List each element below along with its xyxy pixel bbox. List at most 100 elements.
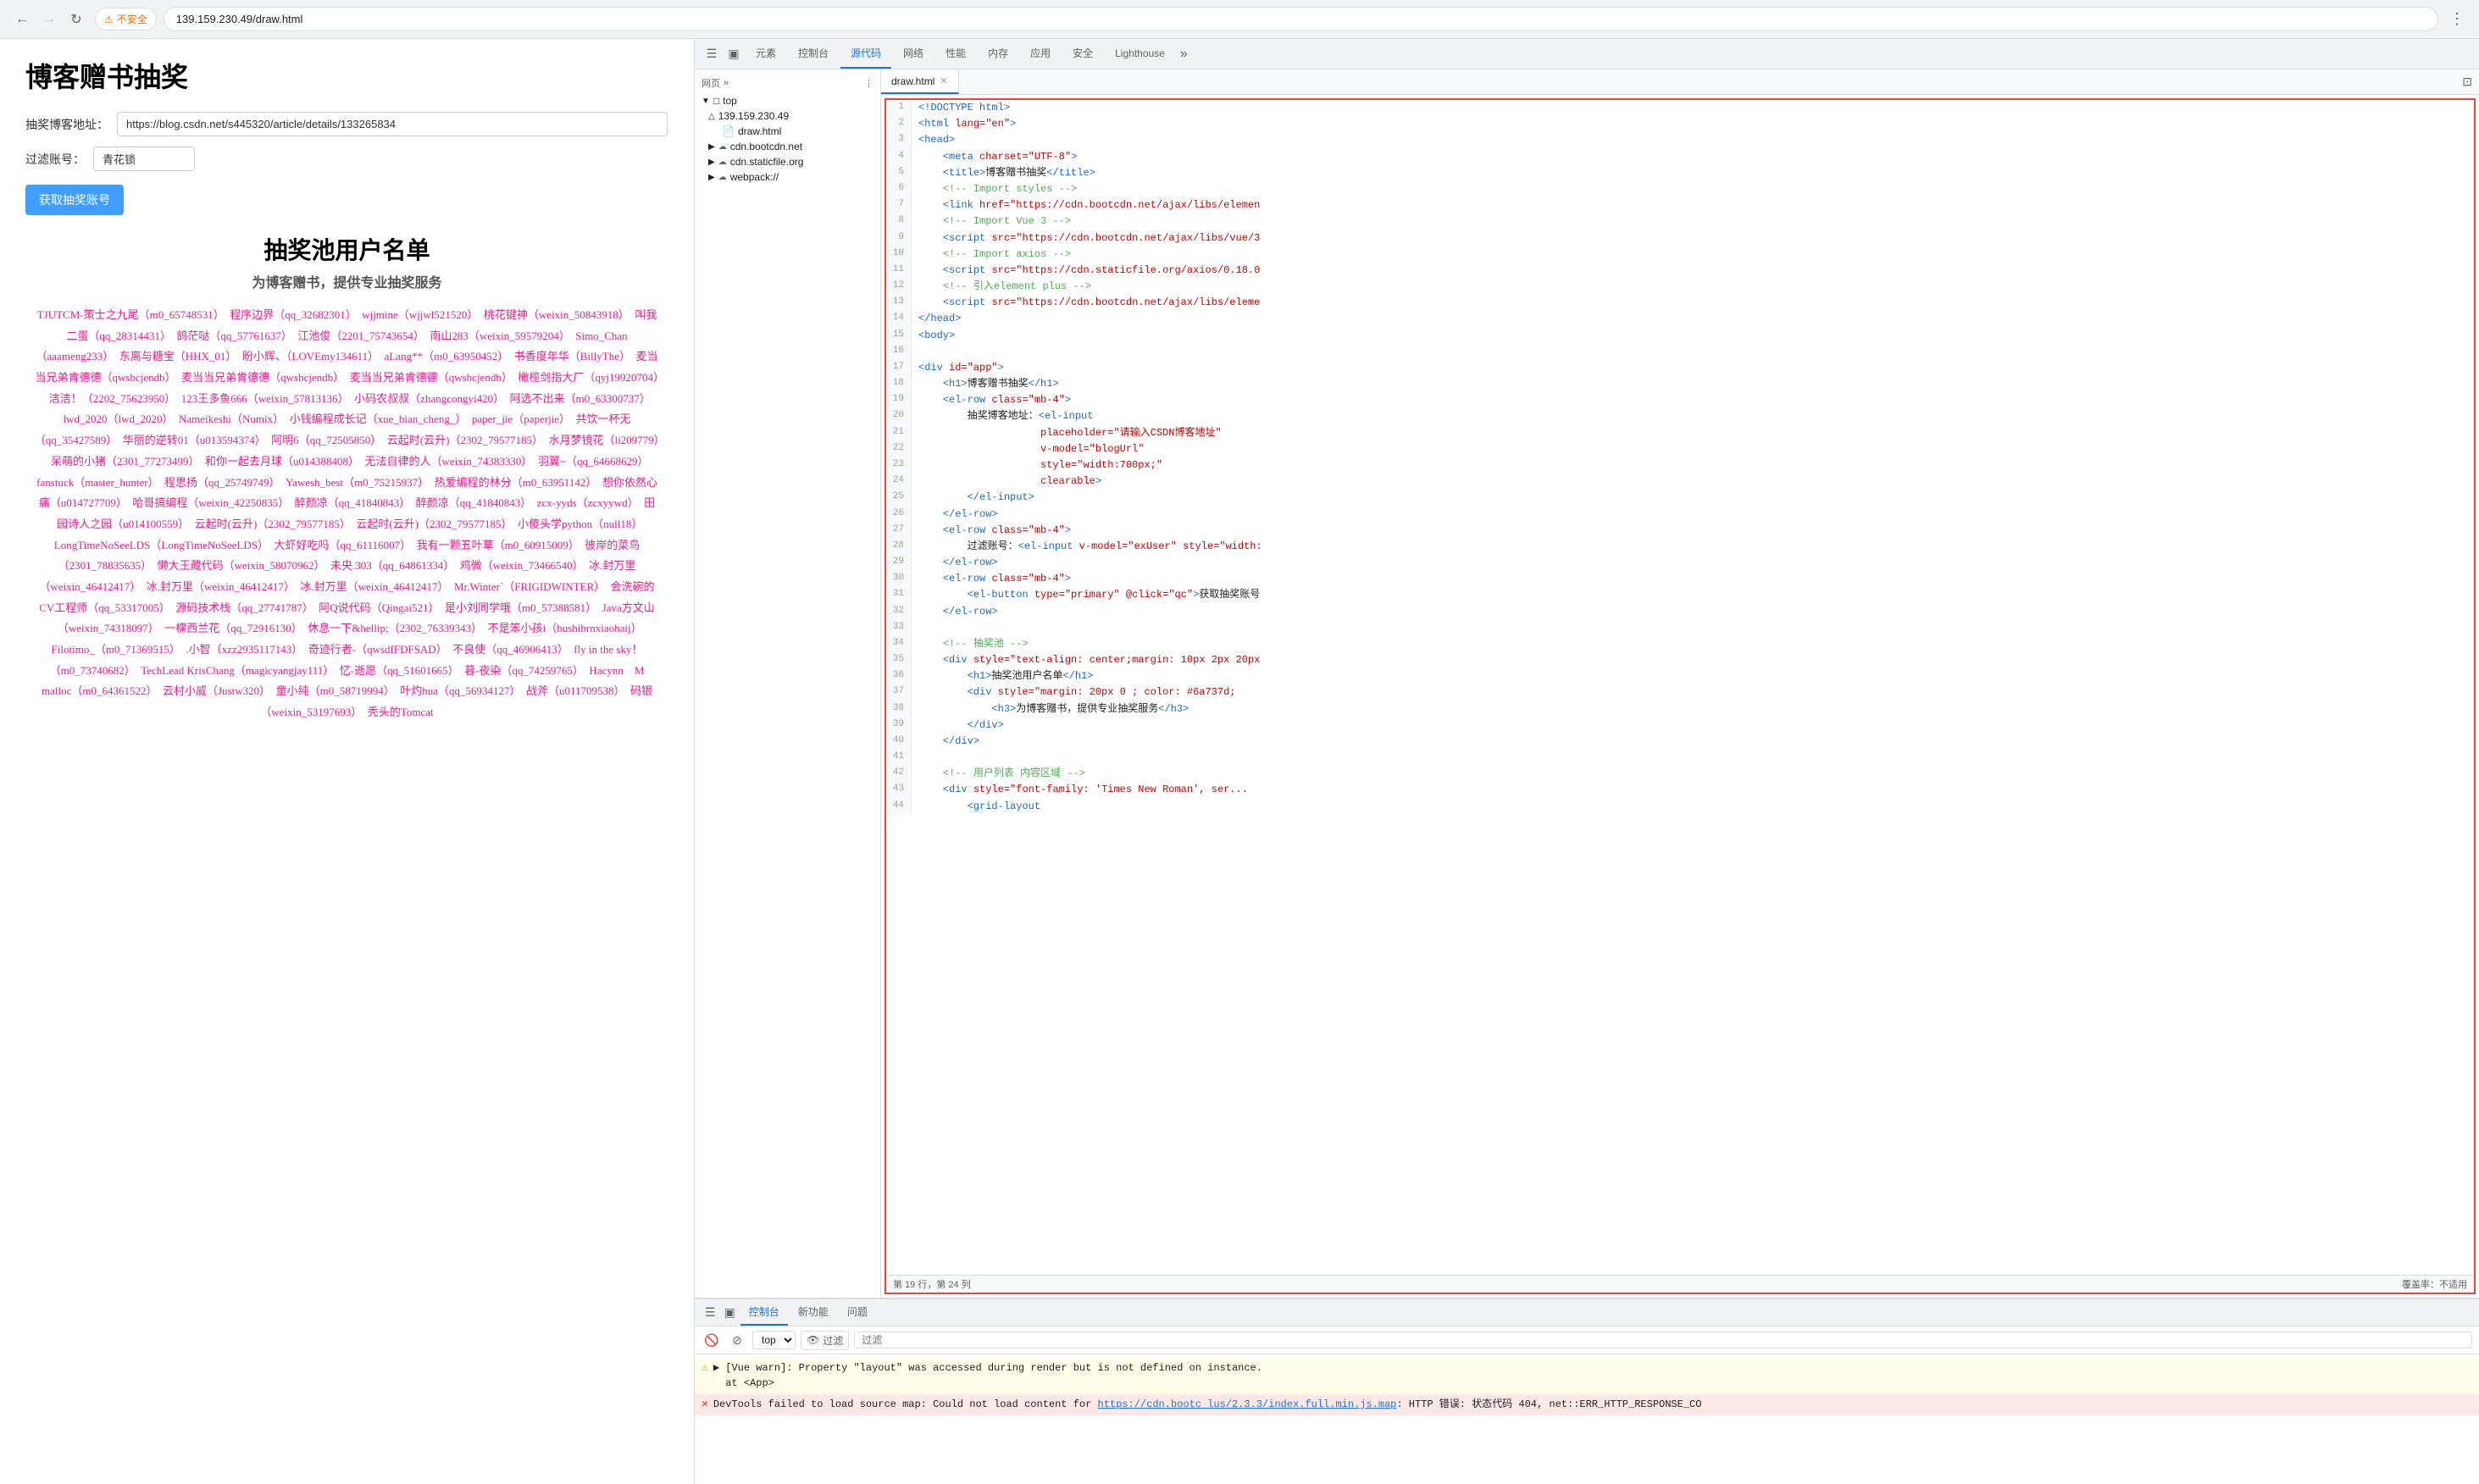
blog-url-input[interactable]	[117, 112, 668, 136]
tab-application[interactable]: 应用	[1020, 39, 1061, 69]
code-line-27: 27 <el-row class="mb-4">	[886, 523, 2474, 539]
sidebar-item-top[interactable]: ▼ □ top	[695, 93, 880, 108]
warning-icon: ⚠	[702, 1361, 708, 1374]
page-title: 博客赠书抽奖	[25, 56, 668, 95]
code-line-32: 32 </el-row>	[886, 604, 2474, 620]
user-list: TJUTCM-策士之九尾（m0_65748531） 程序边界（qq_326823…	[25, 305, 668, 723]
code-line-22: 22 v-model="blogUrl"	[886, 441, 2474, 457]
tab-network[interactable]: 网络	[893, 39, 934, 69]
sidebar-item-staticfile[interactable]: ▶ ☁ cdn.staticfile.org	[695, 154, 880, 169]
code-line-18: 18 <h1>博客赠书抽奖</h1>	[886, 376, 2474, 392]
code-line-37: 37 <div style="margin: 20px 0 ; color: #…	[886, 684, 2474, 700]
console-clear-icon[interactable]: 🚫	[702, 1330, 722, 1350]
sidebar-item-origin[interactable]: △ 139.159.230.49	[695, 108, 880, 124]
code-line-16: 16	[886, 344, 2474, 360]
error-text-1: DevTools failed to load source map: Coul…	[713, 1397, 2472, 1412]
tab-issues[interactable]: 问题	[839, 1299, 876, 1326]
browser-toolbar: ← → ↻ ⚠ 不安全 139.159.230.49/draw.html ⋮	[0, 0, 2479, 38]
tab-new-features[interactable]: 新功能	[790, 1299, 837, 1326]
filter-input[interactable]	[93, 147, 195, 171]
warning-icon: ⚠	[104, 14, 114, 25]
code-line-8: 8 <!-- Import Vue 3 -->	[886, 213, 2474, 230]
tab-memory[interactable]: 内存	[978, 39, 1018, 69]
security-text: 不安全	[117, 12, 147, 26]
cursor-position: 第 19 行，第 24 列	[893, 1277, 971, 1291]
back-button[interactable]: ←	[10, 8, 34, 31]
eye-filter-button[interactable]: 👁 过滤	[801, 1331, 849, 1350]
reload-button[interactable]: ↻	[64, 8, 88, 31]
error-icon: ✕	[702, 1398, 708, 1410]
source-tab-bar: draw.html ✕ ⊡	[881, 69, 2479, 95]
console-filter-icon[interactable]: ⊘	[727, 1330, 747, 1350]
code-line-41: 41	[886, 750, 2474, 766]
code-line-1: 1 <!DOCTYPE html>	[886, 100, 2474, 116]
devtools-panel: ☰ ▣ 元素 控制台 源代码 网络 性能 内存 应用 安全 Lighthouse…	[695, 39, 2479, 1484]
tab-sources[interactable]: 源代码	[840, 39, 891, 69]
console-toolbar: 🚫 ⊘ top 👁 过滤	[695, 1326, 2479, 1354]
pool-section: 抽奖池用户名单 为博客赠书，提供专业抽奖服务	[25, 232, 668, 291]
sidebar-item-webpack[interactable]: ▶ ☁ webpack://	[695, 169, 880, 185]
tab-performance[interactable]: 性能	[935, 39, 976, 69]
coverage-badge: 覆盖率：不适用	[2402, 1277, 2467, 1291]
code-line-42: 42 <!-- 用户列表 内容区域 -->	[886, 766, 2474, 782]
elements-sidebar: 网页 » ⋮ ▼ □ top △ 139.159.230.49 📄 draw.h…	[695, 69, 881, 1298]
url-bar[interactable]: 139.159.230.49/draw.html	[164, 7, 2438, 31]
sidebar-item-bootcdn[interactable]: ▶ ☁ cdn.bootcdn.net	[695, 139, 880, 154]
code-line-10: 10 <!-- Import axios -->	[886, 246, 2474, 263]
tab-console[interactable]: 控制台	[788, 39, 839, 69]
tab-security[interactable]: 安全	[1062, 39, 1103, 69]
more-tabs-button[interactable]: »	[1177, 47, 1191, 62]
sidebar-item-draw-html[interactable]: 📄 draw.html	[695, 124, 880, 139]
close-tab-icon[interactable]: ✕	[940, 75, 947, 86]
sidebar-more-icon[interactable]: »	[724, 78, 729, 88]
code-line-29: 29 </el-row>	[886, 555, 2474, 571]
tab-lighthouse[interactable]: Lighthouse	[1105, 39, 1175, 69]
tab-elements[interactable]: 元素	[746, 39, 786, 69]
file-icon: 📄	[722, 125, 735, 137]
code-line-43: 43 <div style="font-family: 'Times New R…	[886, 782, 2474, 798]
bottom-inspect-icon[interactable]: ▣	[721, 1305, 739, 1320]
get-accounts-button[interactable]: 获取抽奖账号	[25, 185, 124, 215]
source-tab-draw-html[interactable]: draw.html ✕	[881, 69, 959, 94]
blog-url-row: 抽奖博客地址：	[25, 112, 668, 136]
origin-label: 139.159.230.49	[718, 110, 789, 122]
filter-row: 过滤账号：	[25, 147, 668, 171]
code-line-17: 17 <div id="app">	[886, 360, 2474, 376]
code-line-9: 9 <script src="https://cdn.bootcdn.net/a…	[886, 230, 2474, 246]
source-status-bar: 第 19 行，第 24 列 覆盖率：不适用	[886, 1275, 2474, 1293]
pool-subtitle-text: 为博客赠书，提供专业抽奖服务	[252, 276, 441, 291]
console-filter-input[interactable]	[854, 1332, 2472, 1348]
devtools-button[interactable]: ⋮	[2445, 8, 2469, 31]
source-code-area[interactable]: 1 <!DOCTYPE html> 2 <html lang="en"> 3 <…	[886, 100, 2474, 1275]
context-selector[interactable]: top	[752, 1331, 796, 1349]
tab-console-bottom[interactable]: 控制台	[740, 1299, 788, 1326]
sidebar-menu-icon[interactable]: ⋮	[864, 78, 873, 89]
url-text: 139.159.230.49/draw.html	[176, 13, 2426, 25]
error-link[interactable]: https://cdn.bootc lus/2.3.3/index.full.m…	[1098, 1398, 1397, 1410]
tree-arrow-bootcdn: ▶	[708, 142, 715, 152]
tree-arrow-webpack: ▶	[708, 173, 715, 182]
code-line-26: 26 </el-row>	[886, 507, 2474, 523]
code-line-34: 34 <!-- 抽奖池 -->	[886, 636, 2474, 652]
source-tab-label: draw.html	[891, 75, 934, 87]
code-line-2: 2 <html lang="en">	[886, 116, 2474, 132]
bottom-panel: ☰ ▣ 控制台 新功能 问题 🚫 ⊘ top 👁 过滤	[695, 1298, 2479, 1484]
filter-label: 过滤账号：	[25, 151, 85, 168]
nav-buttons: ← → ↻	[10, 8, 88, 31]
devtools-menu-icon[interactable]: ☰	[702, 44, 722, 64]
sidebar-header-label: 网页	[702, 76, 720, 90]
browser-chrome: ← → ↻ ⚠ 不安全 139.159.230.49/draw.html ⋮	[0, 0, 2479, 39]
devtools-inspect-icon[interactable]: ▣	[724, 44, 744, 64]
forward-button[interactable]: →	[37, 8, 61, 31]
code-line-28: 28 过滤账号：<el-input v-model="exUser" style…	[886, 539, 2474, 555]
eye-icon: 👁	[807, 1334, 819, 1346]
code-line-40: 40 </div>	[886, 734, 2474, 750]
code-line-36: 36 <h1>抽奖池用户名单</h1>	[886, 668, 2474, 684]
code-line-25: 25 </el-input>	[886, 490, 2474, 506]
code-line-39: 39 </div>	[886, 717, 2474, 734]
bottom-menu-icon[interactable]: ☰	[702, 1305, 719, 1320]
folder-icon: □	[713, 95, 719, 107]
security-indicator: ⚠ 不安全	[95, 8, 157, 30]
expand-source-button[interactable]: ⊡	[2455, 75, 2479, 89]
code-line-13: 13 <script src="https://cdn.bootcdn.net/…	[886, 295, 2474, 311]
